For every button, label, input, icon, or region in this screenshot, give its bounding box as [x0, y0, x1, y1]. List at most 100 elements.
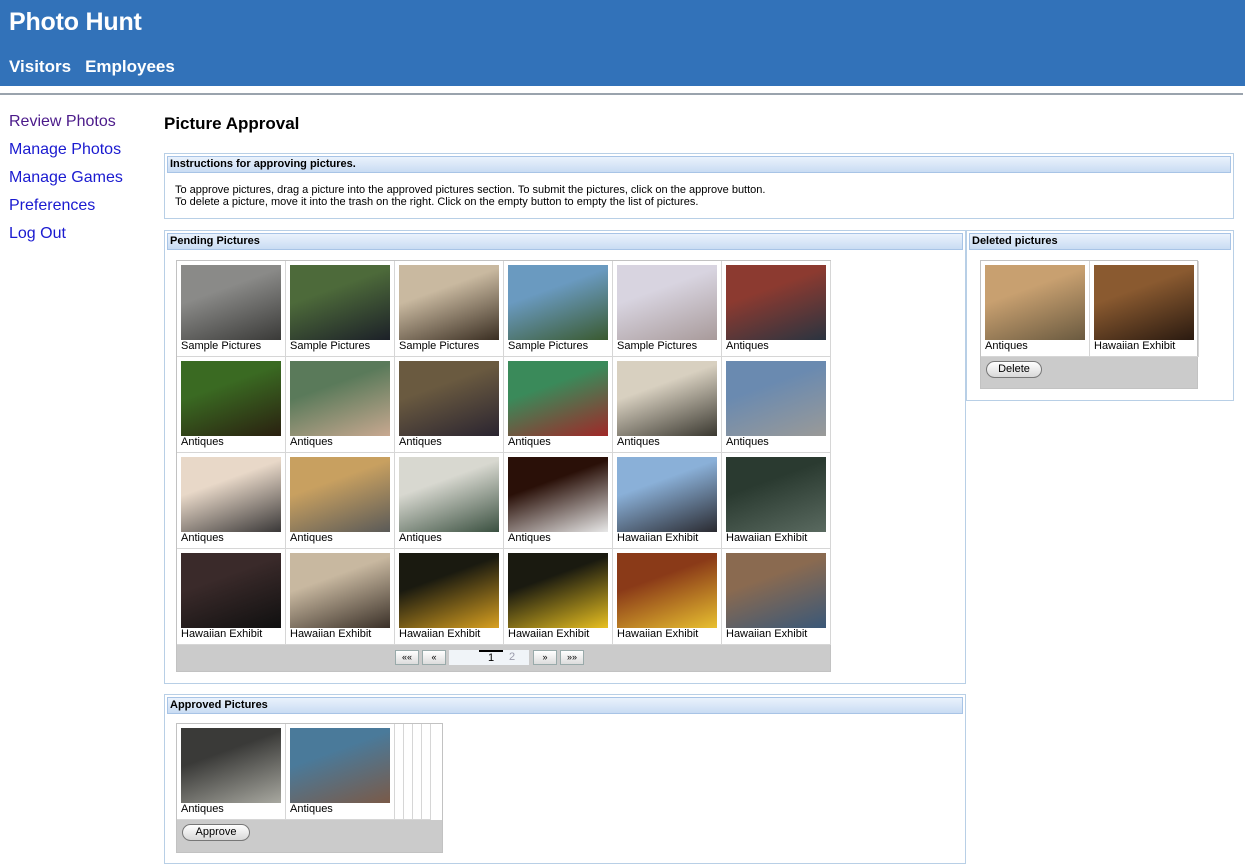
photo-card[interactable]: Antiques — [286, 357, 395, 453]
sidenav-preferences-link[interactable]: Preferences — [9, 196, 123, 224]
photo-card[interactable]: Sample Pictures — [613, 261, 722, 357]
photo-thumbnail[interactable] — [726, 265, 826, 340]
instructions-line-2: To delete a picture, move it into the tr… — [175, 196, 699, 208]
app-title: Photo Hunt — [9, 8, 142, 36]
photo-card[interactable]: Hawaiian Exhibit — [613, 453, 722, 549]
pager-next-button[interactable]: » — [533, 650, 557, 665]
delete-button[interactable]: Delete — [986, 361, 1042, 378]
photo-card[interactable]: Antiques — [395, 357, 504, 453]
photo-caption: Hawaiian Exhibit — [617, 628, 699, 640]
pending-pictures-grid: Sample Pictures Sample Pictures Sample Pic… — [176, 260, 831, 672]
photo-caption: Antiques — [290, 532, 333, 544]
photo-thumbnail[interactable] — [617, 553, 717, 628]
empty-drop-slot[interactable] — [404, 724, 413, 820]
approved-grid-footer: Approve — [177, 820, 442, 852]
photo-thumbnail[interactable] — [617, 361, 717, 436]
photo-card[interactable]: Antiques — [613, 357, 722, 453]
photo-caption: Antiques — [399, 436, 442, 448]
empty-drop-slot[interactable] — [395, 724, 404, 820]
photo-thumbnail[interactable] — [181, 728, 281, 803]
photo-thumbnail[interactable] — [617, 457, 717, 532]
photo-thumbnail[interactable] — [290, 728, 390, 803]
sidenav-manage-games-link[interactable]: Manage Games — [9, 168, 123, 196]
photo-card[interactable]: Antiques — [504, 357, 613, 453]
photo-card[interactable]: Antiques — [286, 453, 395, 549]
empty-drop-slot[interactable] — [413, 724, 422, 820]
photo-thumbnail[interactable] — [726, 361, 826, 436]
photo-thumbnail[interactable] — [399, 265, 499, 340]
photo-card[interactable]: Antiques — [395, 453, 504, 549]
photo-card[interactable]: Antiques — [177, 453, 286, 549]
photo-caption: Hawaiian Exhibit — [181, 628, 263, 640]
photo-thumbnail[interactable] — [181, 361, 281, 436]
photo-caption: Antiques — [181, 803, 224, 815]
photo-thumbnail[interactable] — [508, 553, 608, 628]
photo-card[interactable]: Antiques — [981, 261, 1090, 357]
photo-thumbnail[interactable] — [1094, 265, 1194, 340]
photo-caption: Antiques — [617, 436, 660, 448]
photo-thumbnail[interactable] — [508, 361, 608, 436]
photo-card[interactable]: Antiques — [177, 724, 286, 820]
photo-card[interactable]: Hawaiian Exhibit — [177, 549, 286, 645]
pager-pages: 1 2 — [449, 650, 529, 665]
pending-grid-cells: Sample Pictures Sample Pictures Sample Pic… — [177, 261, 831, 645]
photo-caption: Antiques — [508, 532, 551, 544]
photo-thumbnail[interactable] — [399, 457, 499, 532]
photo-thumbnail[interactable] — [617, 265, 717, 340]
photo-card[interactable]: Hawaiian Exhibit — [504, 549, 613, 645]
photo-card[interactable]: Hawaiian Exhibit — [722, 453, 831, 549]
photo-thumbnail[interactable] — [508, 457, 608, 532]
photo-card[interactable]: Sample Pictures — [504, 261, 613, 357]
instructions-panel: Instructions for approving pictures. To … — [164, 153, 1234, 219]
photo-card[interactable]: Antiques — [504, 453, 613, 549]
photo-thumbnail[interactable] — [985, 265, 1085, 340]
photo-thumbnail[interactable] — [726, 457, 826, 532]
photo-thumbnail[interactable] — [399, 361, 499, 436]
sidenav-log-out-link[interactable]: Log Out — [9, 224, 123, 252]
side-nav: Review Photos Manage Photos Manage Games… — [9, 112, 123, 252]
photo-caption: Sample Pictures — [181, 340, 262, 352]
photo-thumbnail[interactable] — [290, 457, 390, 532]
pager-page-1[interactable]: 1 — [479, 650, 503, 665]
approve-button[interactable]: Approve — [182, 824, 250, 841]
photo-caption: Hawaiian Exhibit — [399, 628, 481, 640]
pending-pictures-header: Pending Pictures — [167, 233, 963, 250]
photo-caption: Hawaiian Exhibit — [508, 628, 590, 640]
photo-thumbnail[interactable] — [726, 553, 826, 628]
photo-card[interactable]: Sample Pictures — [395, 261, 504, 357]
photo-thumbnail[interactable] — [290, 553, 390, 628]
pager-prev-button[interactable]: « — [422, 650, 446, 665]
photo-card[interactable]: Hawaiian Exhibit — [613, 549, 722, 645]
photo-card[interactable]: Antiques — [177, 357, 286, 453]
photo-card[interactable]: Hawaiian Exhibit — [286, 549, 395, 645]
deleted-pictures-grid: Antiques Hawaiian Exhibit Delete — [980, 260, 1199, 389]
photo-thumbnail[interactable] — [290, 265, 390, 340]
topnav-employees-link[interactable]: Employees — [85, 57, 175, 77]
photo-card[interactable]: Sample Pictures — [286, 261, 395, 357]
photo-card[interactable]: Hawaiian Exhibit — [722, 549, 831, 645]
instructions-text: To approve pictures, drag a picture into… — [165, 173, 1233, 208]
pager-page-2[interactable]: 2 — [509, 650, 515, 665]
photo-thumbnail[interactable] — [290, 361, 390, 436]
photo-card[interactable]: Antiques — [722, 261, 831, 357]
deleted-grid-footer: Delete — [981, 357, 1197, 388]
photo-card[interactable]: Hawaiian Exhibit — [395, 549, 504, 645]
sidenav-review-photos-link[interactable]: Review Photos — [9, 112, 123, 140]
sidenav-manage-photos-link[interactable]: Manage Photos — [9, 140, 123, 168]
photo-thumbnail[interactable] — [181, 457, 281, 532]
photo-thumbnail[interactable] — [508, 265, 608, 340]
photo-card[interactable]: Antiques — [286, 724, 395, 820]
photo-caption: Sample Pictures — [617, 340, 698, 352]
pager-last-button[interactable]: »» — [560, 650, 584, 665]
photo-card[interactable]: Sample Pictures — [177, 261, 286, 357]
topnav-visitors-link[interactable]: Visitors — [9, 57, 71, 77]
instructions-line-1: To approve pictures, drag a picture into… — [175, 184, 766, 196]
photo-thumbnail[interactable] — [399, 553, 499, 628]
photo-thumbnail[interactable] — [181, 553, 281, 628]
photo-card[interactable]: Hawaiian Exhibit — [1090, 261, 1199, 357]
pager-first-button[interactable]: «« — [395, 650, 419, 665]
photo-thumbnail[interactable] — [181, 265, 281, 340]
deleted-grid-cells: Antiques Hawaiian Exhibit — [981, 261, 1199, 357]
empty-drop-slot[interactable] — [422, 724, 431, 820]
photo-card[interactable]: Antiques — [722, 357, 831, 453]
